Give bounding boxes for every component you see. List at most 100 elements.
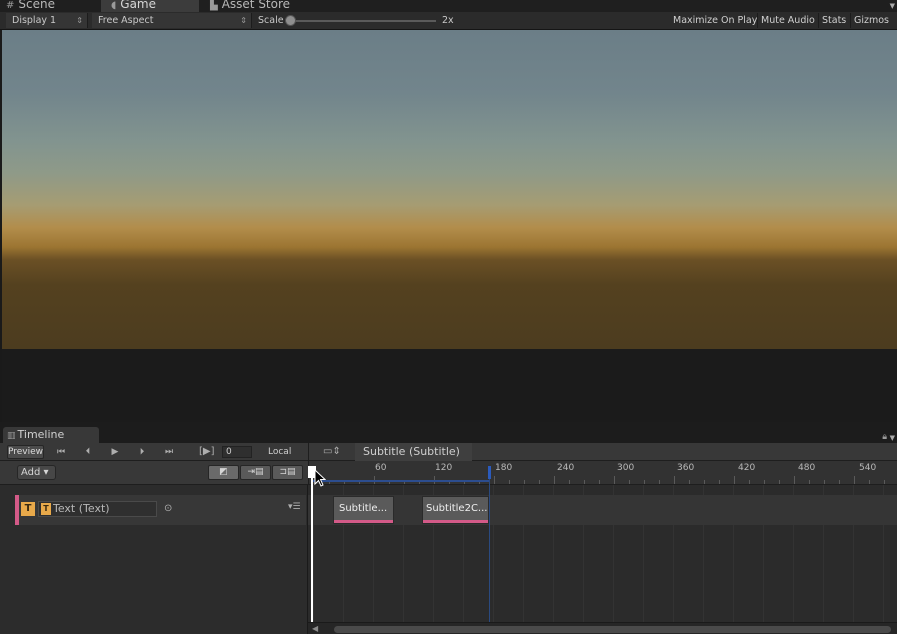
ruler-tick bbox=[524, 480, 525, 484]
ruler-tick bbox=[509, 480, 510, 484]
ruler-tick bbox=[599, 480, 600, 484]
horizontal-scrollbar[interactable]: ◀ bbox=[308, 622, 897, 634]
ruler-tick bbox=[644, 480, 645, 484]
object-picker-icon[interactable]: ⊙ bbox=[164, 503, 172, 514]
clip-lane[interactable]: Subtitle... Subtitle2C... bbox=[308, 495, 897, 525]
ruler-label: 420 bbox=[738, 463, 756, 473]
window-tab-bar: # Scene ◖ Game ▙ Asset Store ▼ bbox=[0, 0, 897, 12]
ruler-label: 360 bbox=[677, 463, 695, 473]
ruler-label: 240 bbox=[557, 463, 575, 473]
scale-slider-track[interactable] bbox=[290, 20, 436, 22]
track-menu-icon[interactable]: ▾☰ bbox=[288, 502, 301, 512]
window-menu-icon[interactable]: ▼ bbox=[890, 434, 895, 442]
scrollbar-thumb[interactable] bbox=[334, 626, 891, 633]
ruler-tick bbox=[779, 480, 780, 484]
ruler-tick bbox=[719, 480, 720, 484]
tab-timeline-label: Timeline bbox=[17, 428, 65, 441]
ruler-label: 180 bbox=[495, 463, 513, 473]
aspect-dropdown[interactable]: Free Aspect ⇕ bbox=[92, 13, 252, 28]
tab-game[interactable]: ◖ Game bbox=[101, 0, 199, 12]
curves-mode-icon[interactable]: ◩ bbox=[208, 465, 239, 480]
track-header-panel: T T Text (Text) ⊙ ▾☰ bbox=[0, 485, 308, 634]
ruler-tick bbox=[569, 480, 570, 484]
timeline-end-line bbox=[489, 479, 490, 622]
stats-button[interactable]: Stats bbox=[818, 13, 849, 28]
ruler-label: 60 bbox=[375, 463, 387, 473]
ruler-label: 120 bbox=[435, 463, 453, 473]
timeline-breadcrumb-bar: ▭⇕ Subtitle (Subtitle) bbox=[308, 443, 897, 461]
track-binding-label: Text (Text) bbox=[53, 502, 110, 515]
gizmos-button[interactable]: Gizmos bbox=[850, 13, 892, 28]
timeline-icon: ▥ bbox=[7, 431, 16, 441]
scale-value: 2x bbox=[442, 15, 454, 26]
ruler-tick bbox=[494, 476, 495, 484]
ruler-tick bbox=[689, 480, 690, 484]
mouse-cursor-icon bbox=[314, 469, 326, 487]
add-track-button[interactable]: Add ▾ bbox=[17, 465, 56, 480]
add-track-label: Add bbox=[21, 467, 41, 478]
tab-asset-store[interactable]: ▙ Asset Store bbox=[210, 0, 320, 12]
preview-button[interactable]: Preview bbox=[7, 445, 44, 459]
tab-scene[interactable]: # Scene bbox=[6, 0, 98, 12]
updown-arrow-icon: ⇕ bbox=[76, 16, 83, 25]
ruler-tick bbox=[539, 480, 540, 484]
ruler-label: 300 bbox=[617, 463, 635, 473]
ruler-range-bar bbox=[312, 480, 490, 482]
ruler-tick bbox=[794, 476, 795, 484]
previous-frame-icon[interactable]: ⏴ bbox=[75, 445, 101, 459]
ruler-tick bbox=[734, 476, 735, 484]
play-icon[interactable]: ▶ bbox=[102, 445, 128, 459]
ruler-tick bbox=[854, 476, 855, 484]
track-binding-field[interactable]: T Text (Text) bbox=[38, 501, 157, 517]
play-range-icon[interactable]: [▶] bbox=[199, 445, 215, 459]
ruler-tick bbox=[659, 480, 660, 484]
timeline-ruler[interactable]: 60 120 180 240 300 360 420 480 540 bbox=[308, 461, 897, 485]
ruler-tick bbox=[869, 480, 870, 484]
game-view[interactable] bbox=[2, 30, 897, 349]
subtitle-clip[interactable]: Subtitle... bbox=[333, 496, 394, 524]
ruler-tick bbox=[884, 480, 885, 484]
track-clips-area[interactable]: Subtitle... Subtitle2C... bbox=[308, 485, 897, 626]
breadcrumb[interactable]: Subtitle (Subtitle) bbox=[355, 443, 472, 461]
clip-label: Subtitle... bbox=[339, 503, 388, 514]
maximize-on-play-button[interactable]: Maximize On Play bbox=[670, 13, 760, 28]
clip-color-underline bbox=[423, 520, 488, 523]
next-frame-icon[interactable]: ⏵ bbox=[129, 445, 155, 459]
replace-mode-icon[interactable]: ⊐▤ bbox=[272, 465, 303, 480]
scroll-left-arrow-icon[interactable]: ◀ bbox=[312, 624, 318, 633]
goto-start-icon[interactable]: ⏮ bbox=[48, 445, 74, 459]
clip-color-underline bbox=[334, 520, 393, 523]
ruler-tick bbox=[554, 476, 555, 484]
goto-end-icon[interactable]: ⏭ bbox=[156, 445, 182, 459]
ruler-label: 540 bbox=[859, 463, 877, 473]
timeline-playback-controls: Preview ⏮ ⏴ ▶ ⏵ ⏭ [▶] 0 Local bbox=[0, 443, 308, 461]
ruler-tick bbox=[629, 480, 630, 484]
ruler-tick bbox=[704, 480, 705, 484]
tab-scene-label: Scene bbox=[18, 0, 55, 11]
timeline-window: ▥ Timeline 🔒︎ ▼ Preview ⏮ ⏴ ▶ ⏵ ⏭ [▶] 0 L… bbox=[0, 422, 897, 634]
timeline-asset-selector-icon[interactable]: ▭⇕ bbox=[323, 445, 341, 459]
ruler-tick bbox=[614, 476, 615, 484]
ripple-mode-icon[interactable]: ⇥▤ bbox=[240, 465, 271, 480]
ruler-tick bbox=[764, 480, 765, 484]
frame-field[interactable]: 0 bbox=[222, 446, 252, 458]
time-mode-label[interactable]: Local bbox=[268, 445, 291, 459]
dropdown-arrow-icon: ▾ bbox=[40, 467, 49, 478]
track-color-bar bbox=[15, 495, 19, 525]
mute-audio-button[interactable]: Mute Audio bbox=[757, 13, 818, 28]
scale-slider-thumb[interactable] bbox=[285, 15, 296, 26]
timeline-end-marker[interactable] bbox=[488, 466, 491, 479]
display-dropdown[interactable]: Display 1 ⇕ bbox=[6, 13, 88, 28]
ruler-label: 480 bbox=[798, 463, 816, 473]
display-dropdown-label: Display 1 bbox=[12, 15, 57, 26]
lock-icon[interactable]: 🔒︎ bbox=[882, 432, 887, 442]
timeline-tab-bar: ▥ Timeline 🔒︎ ▼ bbox=[0, 422, 897, 443]
text-track-icon: T bbox=[21, 502, 35, 516]
clip-label: Subtitle2C... bbox=[426, 503, 488, 514]
subtitle-clip[interactable]: Subtitle2C... bbox=[422, 496, 489, 524]
track-header-text[interactable]: T T Text (Text) ⊙ ▾☰ bbox=[15, 495, 306, 525]
timeline-track-toolbar: Add ▾ ◩ ⇥▤ ⊐▤ bbox=[0, 461, 308, 485]
tab-menu-icon[interactable]: ▼ bbox=[890, 2, 895, 10]
tab-timeline[interactable]: ▥ Timeline bbox=[3, 427, 99, 443]
ruler-tick bbox=[839, 480, 840, 484]
